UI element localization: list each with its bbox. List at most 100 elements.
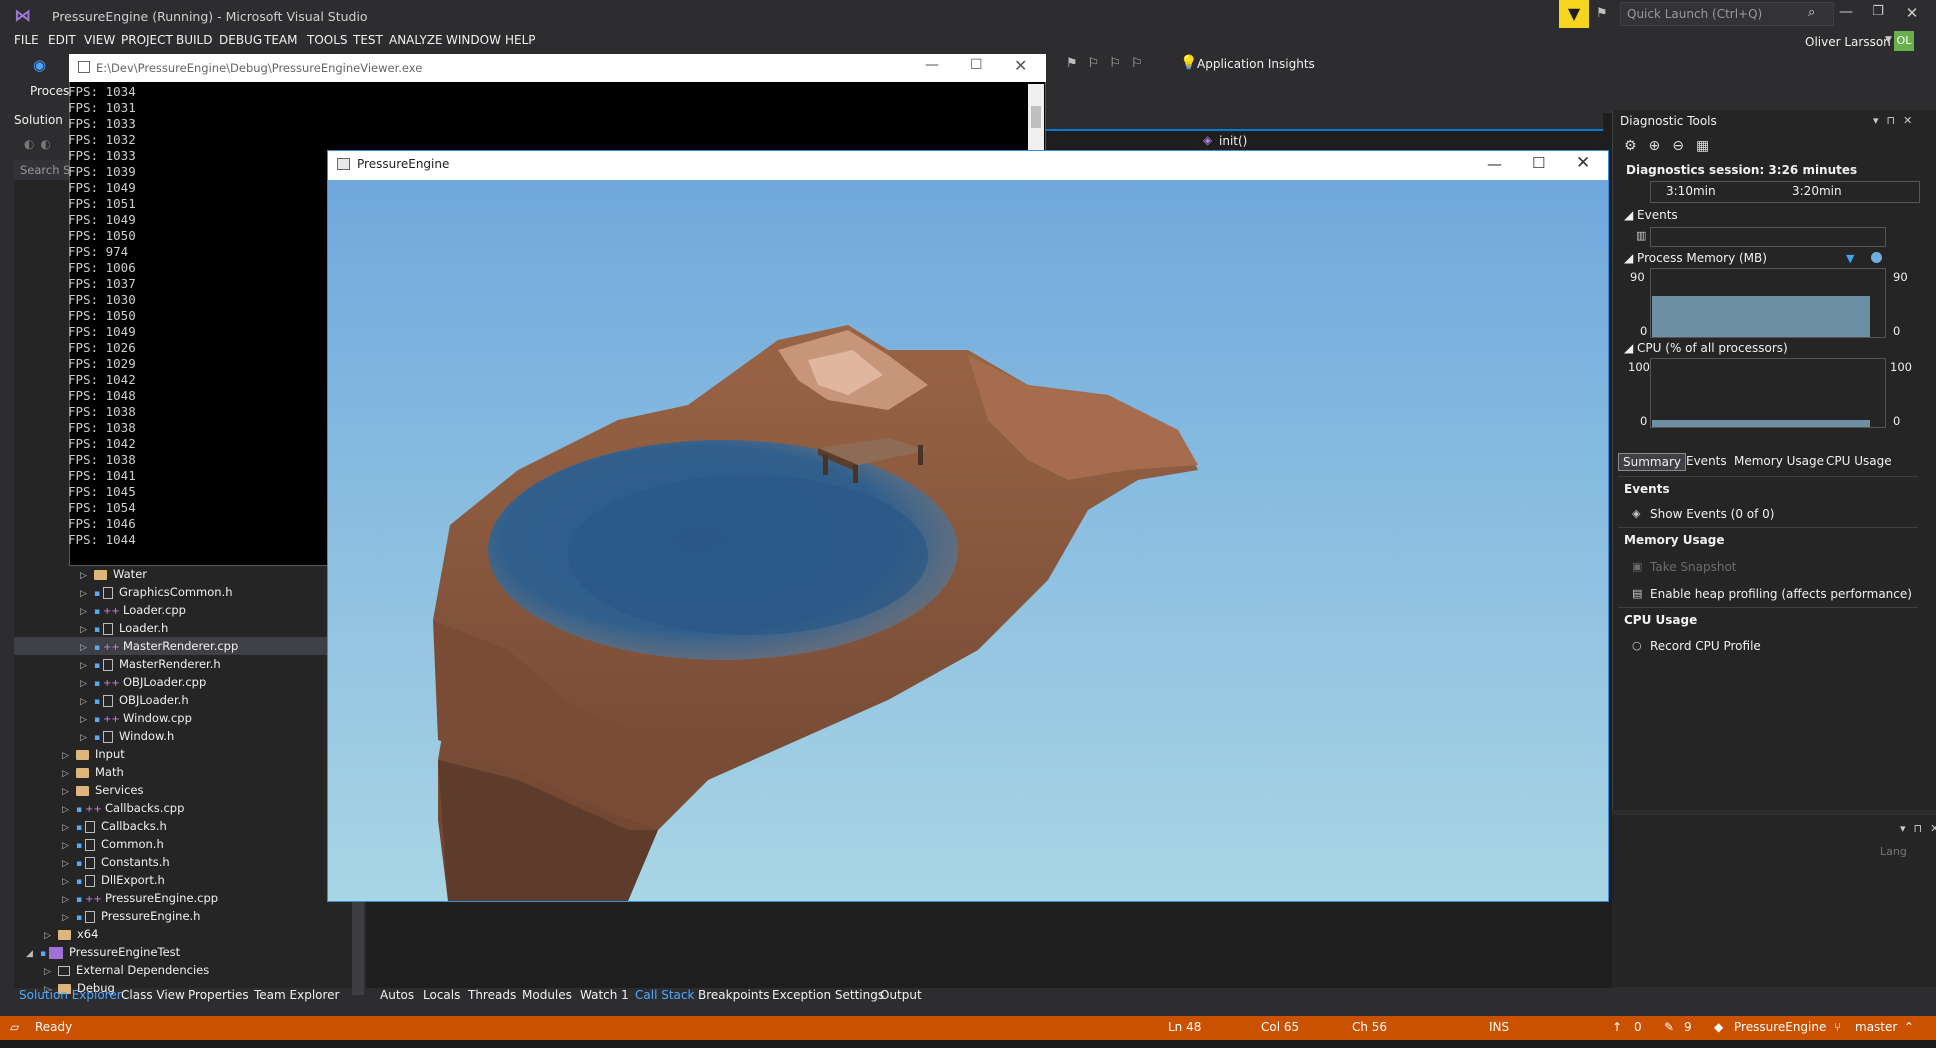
chevron-up-icon[interactable]: ⌃ [1904,1020,1914,1034]
function-dropdown[interactable]: init() [1219,134,1247,148]
quick-launch-input[interactable]: Quick Launch (Ctrl+Q) [1620,2,1834,26]
menu-team[interactable]: TEAM [264,33,297,47]
user-name[interactable]: Oliver Larsson [1805,35,1891,49]
menu-view[interactable]: VIEW [84,33,115,47]
diagnostic-toolbar-icons[interactable]: ⚙⊕⊖▦ [1624,138,1721,154]
tab-threads[interactable]: Threads [468,988,516,1002]
tab-team-explorer[interactable]: Team Explorer [254,988,340,1002]
tab-summary[interactable]: Summary [1618,453,1686,471]
tab-autos[interactable]: Autos [380,988,414,1002]
maximize-icon[interactable]: ☐ [1532,154,1545,172]
unpushed-count[interactable]: 0 [1634,1020,1642,1034]
notifications-icon[interactable]: ⚑ [1596,6,1608,21]
tab-solution-explorer[interactable]: Solution Explorer [19,988,122,1002]
tab-events[interactable]: Events [1682,453,1731,469]
chevron-down-icon[interactable]: ▼ [1885,35,1892,45]
bookmark-icons[interactable]: ⚑⚐⚐⚐ [1066,56,1153,71]
record-cpu-profile-button[interactable]: Record CPU Profile [1650,639,1761,653]
pause-icon[interactable]: ▥ [1636,229,1646,242]
tree-item[interactable]: ◢ ▪ PressureEngineTest [14,943,338,961]
tab-exception-settings[interactable]: Exception Settings [772,988,884,1002]
events-section-header[interactable]: ◢ Events [1624,208,1678,222]
panel-controls-icons[interactable]: ▾⊓✕ [1900,822,1936,835]
minimize-icon[interactable]: — [1487,155,1502,173]
tree-item[interactable]: ▷ ▪ OBJLoader.h [14,691,338,709]
tab-breakpoints[interactable]: Breakpoints [698,988,769,1002]
search-icon[interactable]: ⌕ [1808,5,1815,20]
menu-project[interactable]: PROJECT [121,33,173,47]
engine-title-bar[interactable] [328,151,1608,180]
tab-watch-1[interactable]: Watch 1 [580,988,629,1002]
menu-test[interactable]: TEST [353,33,383,47]
tree-item[interactable]: ▷ ▪ ++ MasterRenderer.cpp [14,637,338,655]
minimize-icon[interactable]: — [1834,4,1858,20]
tree-item[interactable]: ▷ ▪ ++ Callbacks.cpp [14,799,338,817]
menu-analyze[interactable]: ANALYZE [389,33,443,47]
filter-icon[interactable]: ▼ [1559,0,1589,28]
tab-output[interactable]: Output [880,988,922,1002]
memory-section-header[interactable]: ◢ Process Memory (MB) [1624,251,1767,265]
navigate-back-icon[interactable]: ◉ [33,56,46,74]
publish-up-icon[interactable]: ↑ [1612,1020,1622,1034]
close-icon[interactable]: ✕ [1900,4,1924,22]
menu-build[interactable]: BUILD [176,33,212,47]
render-viewport[interactable] [328,180,1608,901]
tree-folder[interactable]: ▷ x64 [14,925,338,943]
branch-name[interactable]: master [1855,1020,1897,1034]
tree-item[interactable]: ▷ ▪ Loader.h [14,619,338,637]
close-icon[interactable]: ✕ [1576,153,1590,173]
take-snapshot-button[interactable]: Take Snapshot [1650,560,1737,574]
tab-modules[interactable]: Modules [522,988,572,1002]
scrollbar-thumb[interactable] [1031,106,1041,128]
tree-item[interactable]: ▷ ▪ ++ OBJLoader.cpp [14,673,338,691]
menu-debug[interactable]: DEBUG [219,33,262,47]
branch-icon[interactable]: ⑂ [1834,1020,1841,1034]
menu-edit[interactable]: EDIT [48,33,76,47]
repo-icon[interactable]: ◆ [1714,1020,1723,1034]
tab-properties[interactable]: Properties [188,988,249,1002]
tree-folder[interactable]: ▷ Water [14,565,338,583]
cpu-section-header[interactable]: ◢ CPU (% of all processors) [1624,341,1788,355]
minimize-icon[interactable]: — [925,57,939,73]
pending-changes-count[interactable]: 9 [1684,1020,1692,1034]
tree-item[interactable]: ▷ ▪ Callbacks.h [14,817,338,835]
tree-item[interactable]: ▷ ▪ PressureEngine.h [14,907,338,925]
tree-folder[interactable]: ▷ Services [14,781,338,799]
show-events-link[interactable]: Show Events (0 of 0) [1650,507,1774,521]
menu-window[interactable]: WINDOW [446,33,501,47]
tree-item-label: MasterRenderer.h [119,657,221,671]
tree-item[interactable]: ▷ ▪ Constants.h [14,853,338,871]
pin-icon[interactable]: ▾⊓✕ [1873,114,1920,127]
solution-toolbar-icons[interactable]: ◐◐ [24,137,57,151]
application-insights-button[interactable]: Application Insights [1197,57,1315,71]
scrollbar[interactable] [352,900,364,995]
tab-locals[interactable]: Locals [423,988,460,1002]
tree-item[interactable]: ▷ ▪ GraphicsCommon.h [14,583,338,601]
tree-folder[interactable]: ▷ Input [14,745,338,763]
menu-file[interactable]: FILE [14,33,39,47]
repository-name[interactable]: PressureEngine [1734,1020,1826,1034]
avatar[interactable]: OL [1894,31,1914,51]
tree-item[interactable]: ▷ ▪ ++ Loader.cpp [14,601,338,619]
tree-item[interactable]: ▷ External Dependencies [14,961,338,979]
close-icon[interactable]: ✕ [1014,56,1027,75]
pencil-icon[interactable]: ✎ [1664,1020,1674,1034]
tree-item[interactable]: ▷ ▪ Window.h [14,727,338,745]
tree-folder[interactable]: ▷ Math [14,763,338,781]
tree-item-label: Common.h [101,837,164,851]
tree-item[interactable]: ▷ ▪ ++ Window.cpp [14,709,338,727]
tab-cpu-usage[interactable]: CPU Usage [1822,453,1896,469]
tree-item[interactable]: ▷ ▪ DllExport.h [14,871,338,889]
tab-class-view[interactable]: Class View [121,988,185,1002]
tab-memory-usage[interactable]: Memory Usage [1730,453,1828,469]
tree-item[interactable]: ▷ ▪ ++ PressureEngine.cpp [14,889,338,907]
tree-item[interactable]: ▷ ▪ Common.h [14,835,338,853]
enable-heap-profiling-button[interactable]: Enable heap profiling (affects performan… [1650,587,1912,601]
restore-icon[interactable]: ❐ [1866,4,1890,19]
menu-help[interactable]: HELP [505,33,536,47]
menu-tools[interactable]: TOOLS [307,33,348,47]
tab-call-stack[interactable]: Call Stack [635,988,694,1002]
tree-item[interactable]: ▷ ▪ MasterRenderer.h [14,655,338,673]
lightbulb-icon[interactable]: 💡 [1180,55,1197,71]
maximize-icon[interactable]: ☐ [970,57,983,73]
